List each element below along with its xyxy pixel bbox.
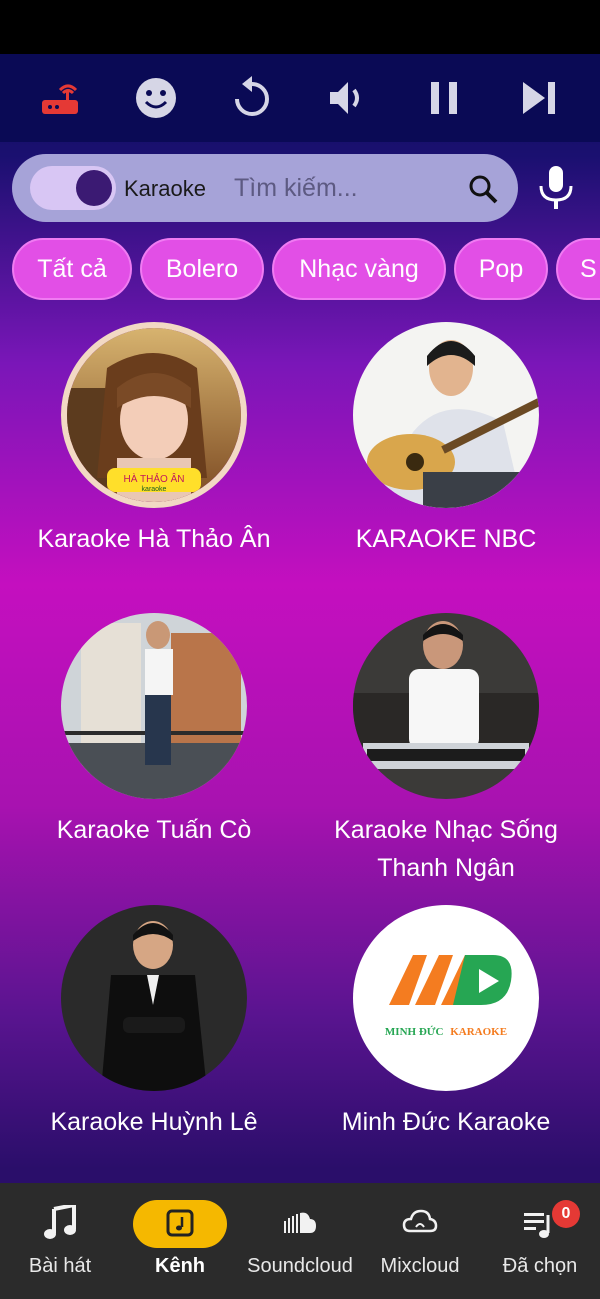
soundcloud-icon	[284, 1212, 316, 1233]
skip-next-icon[interactable]	[510, 68, 570, 128]
logo-text-line1: HÀ THẢO ÂN	[124, 472, 185, 485]
avatar: MINH ĐỨC KARAOKE	[353, 905, 539, 1091]
nav-soundcloud[interactable]: Soundcloud	[240, 1183, 360, 1299]
channel-icon	[166, 1209, 194, 1237]
search-bar: Karaoke	[12, 154, 518, 222]
avatar	[353, 322, 539, 508]
mixcloud-icon	[402, 1209, 438, 1233]
avatar	[61, 613, 247, 799]
music-note-icon	[44, 1205, 76, 1239]
microphone-icon[interactable]	[536, 166, 576, 210]
channel-name: Karaoke Huỳnh Lê	[50, 1108, 258, 1136]
replay-icon[interactable]	[222, 68, 282, 128]
search-row: Karaoke	[0, 152, 600, 224]
svg-text:MINH ĐỨC KARAOKE: MINH ĐỨC KARAOKE	[385, 1026, 507, 1038]
logo-brand-name: MINH ĐỨC	[385, 1026, 444, 1038]
emoji-icon[interactable]	[126, 68, 186, 128]
player-toolbar	[0, 54, 600, 142]
nav-mixcloud[interactable]: Mixcloud	[360, 1183, 480, 1299]
pause-icon[interactable]	[414, 68, 474, 128]
nav-kenh[interactable]: Kênh	[120, 1183, 240, 1299]
karaoke-toggle[interactable]	[30, 166, 116, 210]
channel-card[interactable]: HÀ THẢO ÂN karaoke Karaoke Hà Thảo Ân	[4, 322, 304, 562]
toggle-knob	[76, 170, 112, 206]
logo-text-line2: karaoke	[142, 486, 167, 493]
nav-label: Đã chọn	[502, 1255, 578, 1277]
chip-tat-ca[interactable]: Tất cả	[12, 238, 132, 300]
channel-card[interactable]: KARAOKE NBC	[296, 322, 596, 562]
toggle-label: Karaoke	[124, 176, 206, 201]
nav-label: Bài hát	[28, 1255, 92, 1277]
chip-pop[interactable]: Pop	[454, 238, 548, 300]
chip-nhac-vang[interactable]: Nhạc vàng	[272, 238, 446, 300]
nav-label: Soundcloud	[247, 1255, 353, 1277]
channel-card[interactable]: Karaoke Huỳnh Lê	[4, 905, 304, 1145]
nav-label: Mixcloud	[380, 1255, 460, 1277]
chip-bolero[interactable]: Bolero	[140, 238, 264, 300]
channel-name: Karaoke Tuấn Cò	[56, 816, 252, 844]
channel-name: Minh Đức Karaoke	[341, 1108, 551, 1136]
router-icon[interactable]	[30, 68, 90, 128]
search-input[interactable]	[222, 168, 452, 208]
channel-name: KARAOKE NBC	[355, 525, 537, 553]
channel-name: Karaoke Nhạc Sống Thanh Ngân	[334, 816, 558, 882]
volume-icon[interactable]	[318, 68, 378, 128]
channel-card[interactable]: Karaoke Nhạc Sống Thanh Ngân	[296, 613, 596, 883]
channel-name: Karaoke Hà Thảo Ân	[37, 525, 271, 553]
chip-partial[interactable]: S	[556, 238, 600, 300]
avatar	[353, 613, 539, 799]
bottom-nav: Bài hát Kênh Soundcloud Mixcloud Đã chọn	[0, 1183, 600, 1299]
genre-chips: Tất cả Bolero Nhạc vàng Pop S	[0, 238, 600, 302]
nav-label: Kênh	[155, 1255, 205, 1277]
avatar	[61, 905, 247, 1091]
channel-card[interactable]: MINH ĐỨC KARAOKE Minh Đức Karaoke	[296, 905, 596, 1145]
avatar: HÀ THẢO ÂN karaoke	[61, 322, 247, 508]
selected-count-badge: 0	[552, 1200, 580, 1228]
channel-card[interactable]: Karaoke Tuấn Cò	[4, 613, 304, 873]
logo-brand-suffix: KARAOKE	[450, 1026, 507, 1038]
status-bar	[0, 0, 600, 54]
nav-bai-hat[interactable]: Bài hát	[0, 1183, 120, 1299]
search-icon[interactable]	[468, 174, 498, 204]
nav-da-chon[interactable]: Đã chọn	[480, 1183, 600, 1299]
